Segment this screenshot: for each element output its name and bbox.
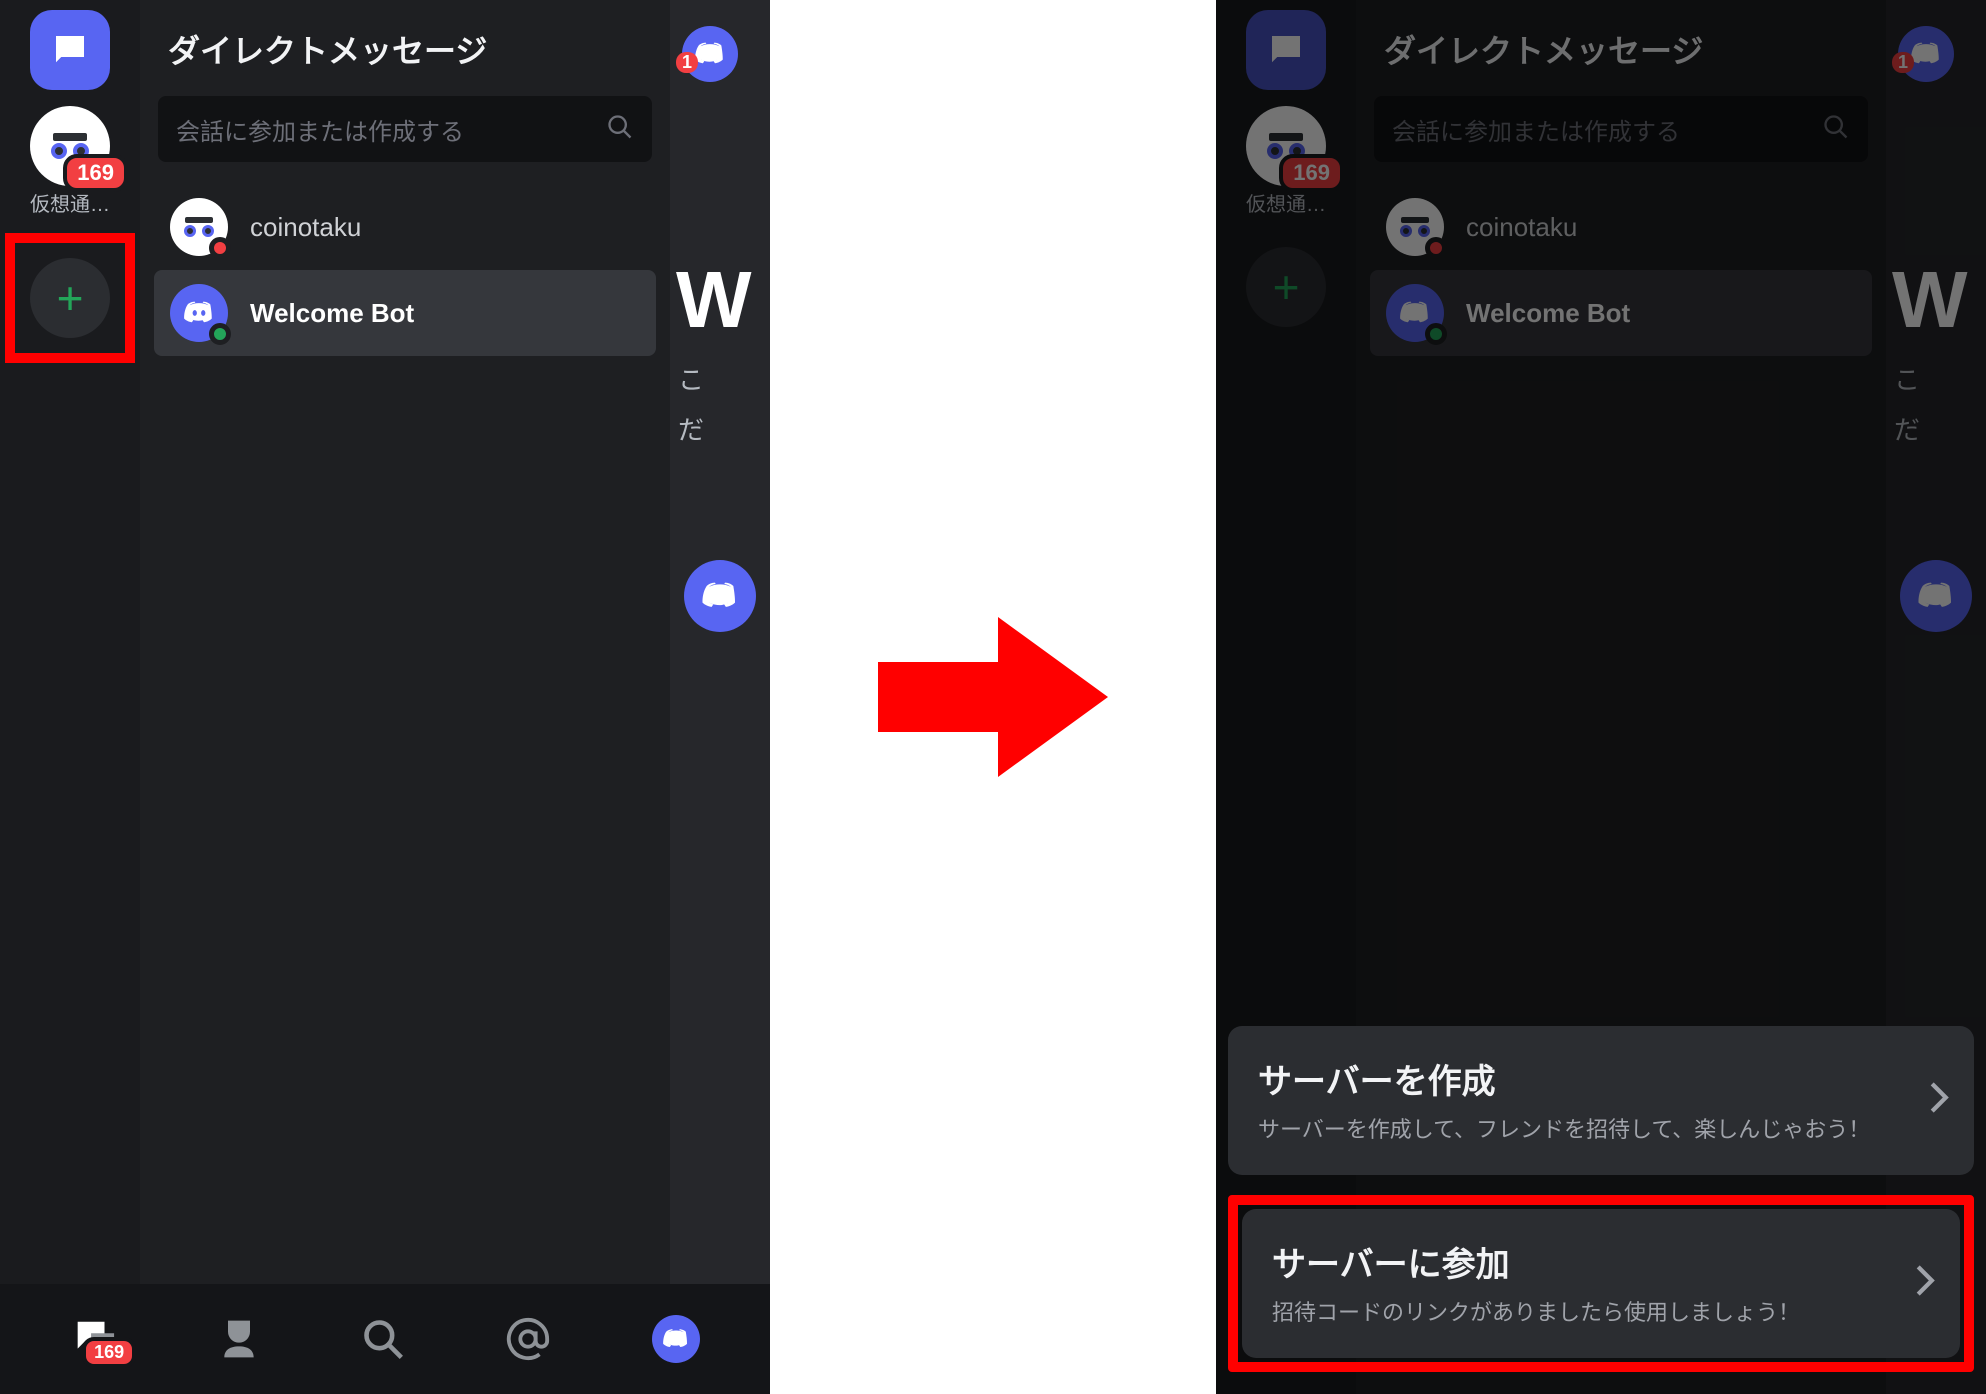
arrow-divider: [770, 0, 1216, 1394]
dm-name: coinotaku: [1466, 212, 1577, 243]
status-online-icon: [1425, 323, 1447, 345]
direct-messages-button[interactable]: [1246, 10, 1326, 90]
search-icon: [1822, 113, 1850, 146]
avatar: [170, 284, 228, 342]
status-online-icon: [209, 323, 231, 345]
status-dnd-icon: [209, 237, 231, 259]
peek-badge: 1: [1892, 52, 1914, 73]
dm-item-coinotaku[interactable]: coinotaku: [154, 184, 656, 270]
add-server-highlight: +: [5, 233, 135, 363]
create-server-title: サーバーを作成: [1258, 1054, 1896, 1103]
peek-avatar: [1900, 560, 1972, 632]
nav-messages-icon[interactable]: 169: [70, 1316, 116, 1362]
peek-text: だ: [678, 410, 704, 447]
join-server-highlight: サーバーに参加 招待コードのリンクがありましたら使用しましょう！: [1228, 1195, 1974, 1372]
dm-header-title: ダイレクトメッセージ: [1370, 20, 1872, 96]
chevron-right-icon: [1928, 1081, 1950, 1120]
nav-search-icon[interactable]: [361, 1317, 405, 1361]
nav-mentions-icon[interactable]: [505, 1316, 551, 1362]
dm-header-title: ダイレクトメッセージ: [154, 20, 656, 96]
peek-badge: 1: [676, 52, 698, 73]
peek-title-fragment: W: [1892, 254, 1968, 346]
peek-text: こ: [678, 360, 704, 397]
dm-item-welcome-bot[interactable]: Welcome Bot: [1370, 270, 1872, 356]
notification-badge: 169: [63, 154, 128, 192]
server-column: 169 仮想通… +: [0, 0, 140, 1394]
server-icon-coinotaku[interactable]: 169: [1246, 106, 1326, 186]
avatar: [1386, 198, 1444, 256]
peek-text: こ: [1894, 360, 1920, 397]
content-peek: 1 W こ だ: [670, 0, 770, 1394]
dm-item-welcome-bot[interactable]: Welcome Bot: [154, 270, 656, 356]
dm-name: Welcome Bot: [1466, 298, 1630, 329]
join-server-subtitle: 招待コードのリンクがありましたら使用しましょう！: [1272, 1296, 1882, 1330]
plus-icon: +: [57, 271, 84, 325]
screenshot-left: 169 仮想通… + ダイレクトメッセージ 会話に参加または作成する coino…: [0, 0, 770, 1394]
add-server-button[interactable]: +: [1246, 247, 1326, 327]
avatar: [1386, 284, 1444, 342]
notification-badge: 169: [1279, 154, 1344, 192]
dm-name: Welcome Bot: [250, 298, 414, 329]
add-server-button[interactable]: +: [30, 258, 110, 338]
join-server-card[interactable]: サーバーに参加 招待コードのリンクがありましたら使用しましょう！: [1242, 1209, 1960, 1358]
notification-badge: 169: [82, 1337, 136, 1368]
create-server-subtitle: サーバーを作成して、フレンドを招待して、楽しんじゃおう！: [1258, 1113, 1896, 1147]
direct-messages-button[interactable]: [30, 10, 110, 90]
join-server-title: サーバーに参加: [1272, 1237, 1882, 1286]
server-label: 仮想通…: [30, 188, 110, 217]
avatar: [170, 198, 228, 256]
search-input[interactable]: 会話に参加または作成する: [158, 96, 652, 162]
server-icon-coinotaku[interactable]: 169: [30, 106, 110, 186]
search-icon: [606, 113, 634, 146]
chevron-right-icon: [1914, 1264, 1936, 1303]
peek-avatar: [684, 560, 756, 632]
peek-text: だ: [1894, 410, 1920, 447]
dm-column: ダイレクトメッセージ 会話に参加または作成する coinotaku Welcom…: [140, 0, 670, 1394]
search-input[interactable]: 会話に参加または作成する: [1374, 96, 1868, 162]
dm-item-coinotaku[interactable]: coinotaku: [1370, 184, 1872, 270]
dm-name: coinotaku: [250, 212, 361, 243]
nav-profile-icon[interactable]: [652, 1315, 700, 1363]
server-label: 仮想通…: [1246, 188, 1326, 217]
create-server-card[interactable]: サーバーを作成 サーバーを作成して、フレンドを招待して、楽しんじゃおう！: [1228, 1026, 1974, 1175]
peek-title-fragment: W: [676, 254, 752, 346]
bottom-nav: 169: [0, 1284, 770, 1394]
search-placeholder: 会話に参加または作成する: [1392, 112, 1680, 147]
search-placeholder: 会話に参加または作成する: [176, 112, 464, 147]
screenshot-right: 169 仮想通… + ダイレクトメッセージ 会話に参加または作成する coino…: [1216, 0, 1986, 1394]
arrow-right-icon: [878, 617, 1108, 777]
nav-friends-icon[interactable]: [217, 1317, 261, 1361]
plus-icon: +: [1273, 260, 1300, 314]
action-sheet: サーバーを作成 サーバーを作成して、フレンドを招待して、楽しんじゃおう！ サーバ…: [1216, 1026, 1986, 1394]
status-dnd-icon: [1425, 237, 1447, 259]
